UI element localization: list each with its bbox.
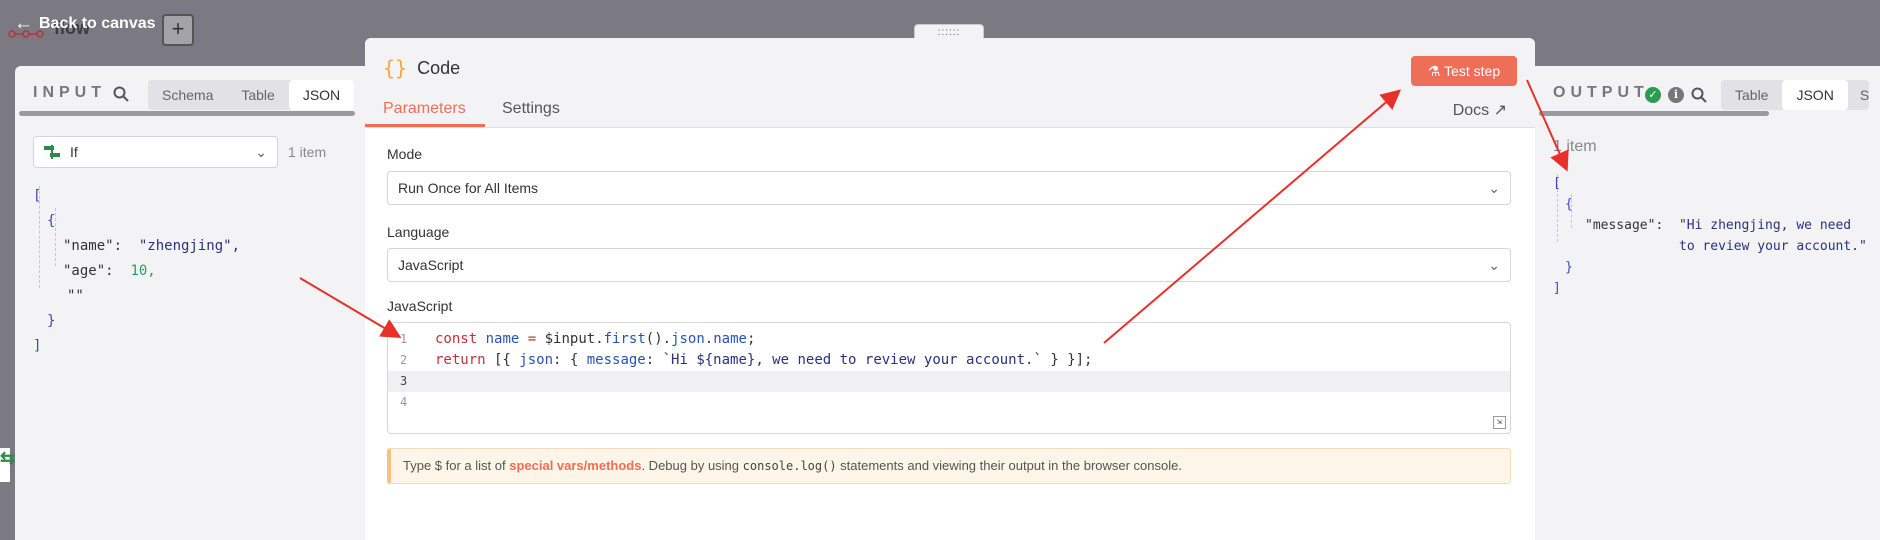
annotation-arrows [299, 79, 1569, 344]
annotation-arrow [1526, 79, 1569, 172]
annotation-arrow [299, 277, 402, 339]
annotation-arrow [1103, 89, 1402, 344]
